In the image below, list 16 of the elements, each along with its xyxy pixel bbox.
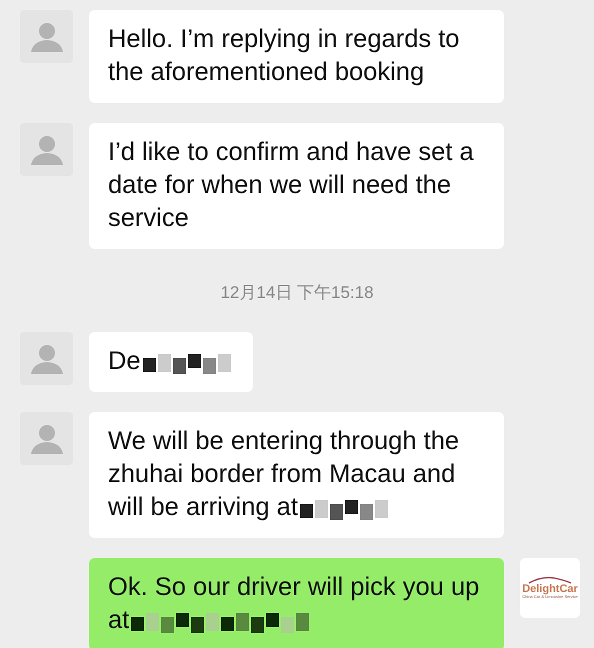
avatar[interactable] <box>20 123 73 176</box>
message-bubble: Ok. So our driver will pick you up at <box>89 558 504 648</box>
avatar[interactable] <box>20 332 73 385</box>
message-bubble: I’d like to confirm and have set a date for when we will need the service <box>89 123 504 249</box>
person-icon <box>30 424 62 454</box>
brand-name: DelightCar <box>522 584 578 596</box>
person-icon <box>30 22 62 52</box>
person-icon <box>30 134 62 164</box>
car-roof-icon <box>528 576 572 584</box>
message-bubble: We will be entering through the zhuhai border from Macau and will be arriving at <box>89 412 504 538</box>
message-bubble: Hello. I’m replying in regards to the aforementioned booking <box>89 10 504 103</box>
avatar[interactable] <box>20 412 73 465</box>
message-bubble: De <box>89 332 253 392</box>
timestamp: 12月14日 下午15:18 <box>220 282 374 304</box>
avatar[interactable] <box>20 10 73 63</box>
person-icon <box>30 344 62 374</box>
